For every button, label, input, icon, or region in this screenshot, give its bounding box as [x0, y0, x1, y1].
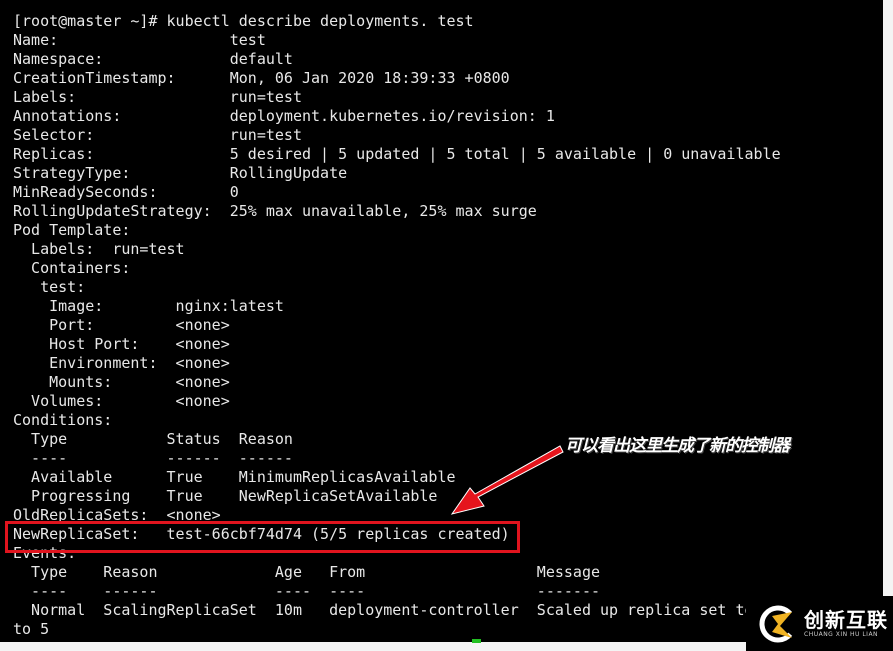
logo-name-en: CHUANG XIN HU LIAN	[804, 631, 879, 638]
annotation-text: 可以看出这里生成了新的控制器	[565, 436, 790, 456]
logo-name-cn: 创新互联	[804, 608, 888, 632]
logo-icon	[759, 605, 797, 642]
watermark-logo: 创新互联 CHUANG XIN HU LIAN	[746, 596, 893, 651]
arrow-icon	[450, 445, 564, 515]
